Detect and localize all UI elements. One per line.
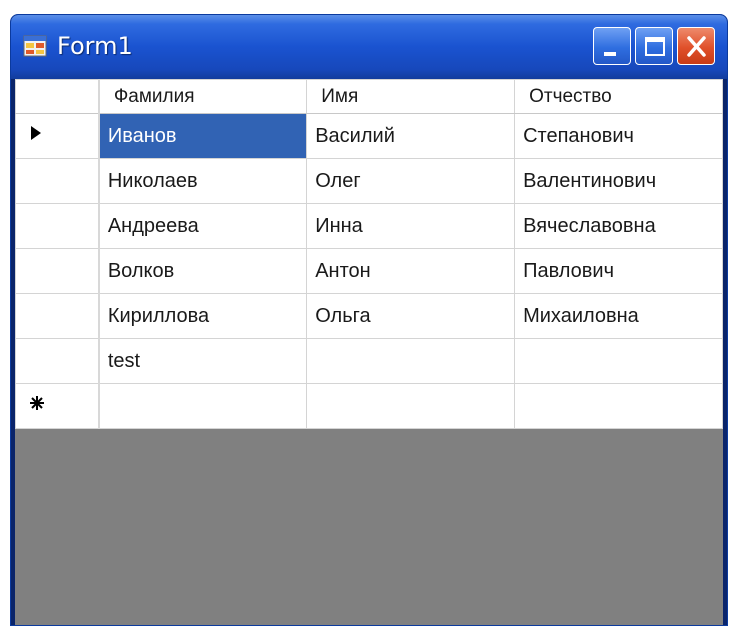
table-row[interactable]: Волков Антон Павлович — [14, 248, 723, 294]
minimize-button[interactable] — [593, 27, 631, 65]
data-grid[interactable]: Фамилия Имя Отчество Иванов Василий Степ… — [14, 79, 723, 429]
row-header-new[interactable] — [14, 383, 100, 429]
row-header[interactable] — [14, 293, 100, 339]
table-row[interactable]: Андреева Инна Вячеславовна — [14, 203, 723, 249]
table-cell[interactable]: Ольга — [306, 293, 516, 339]
table-row[interactable]: test — [14, 338, 723, 384]
column-header-name[interactable]: Имя — [306, 79, 516, 114]
table-cell[interactable]: Василий — [306, 113, 516, 159]
table-cell[interactable] — [514, 338, 723, 384]
table-row[interactable]: Кириллова Ольга Михаиловна — [14, 293, 723, 339]
table-cell[interactable]: Михаиловна — [514, 293, 723, 339]
table-cell[interactable]: Павлович — [514, 248, 723, 294]
row-header[interactable] — [14, 248, 100, 294]
table-cell-selected[interactable]: Иванов — [98, 113, 308, 159]
table-cell[interactable]: Олег — [306, 158, 516, 204]
corner-header-cell[interactable] — [14, 79, 100, 114]
table-cell[interactable]: Антон — [306, 248, 516, 294]
minimize-icon — [604, 52, 616, 56]
table-cell[interactable]: Инна — [306, 203, 516, 249]
table-cell[interactable] — [514, 383, 723, 429]
form-window: Form1 Фамилия Имя Отчество Иванов Васили… — [10, 14, 728, 626]
table-cell[interactable]: Вячеславовна — [514, 203, 723, 249]
table-cell[interactable]: Николаев — [98, 158, 308, 204]
table-cell[interactable]: Кириллова — [98, 293, 308, 339]
table-row[interactable]: Иванов Василий Степанович — [14, 113, 723, 159]
table-cell[interactable]: Валентинович — [514, 158, 723, 204]
close-button[interactable] — [677, 27, 715, 65]
table-cell[interactable]: Андреева — [98, 203, 308, 249]
new-row-asterisk-icon — [30, 396, 44, 410]
title-bar[interactable]: Form1 — [11, 15, 727, 79]
window-title: Form1 — [57, 32, 133, 60]
column-header-patronymic[interactable]: Отчество — [514, 79, 723, 114]
table-row[interactable]: Николаев Олег Валентинович — [14, 158, 723, 204]
column-header-row: Фамилия Имя Отчество — [14, 79, 723, 114]
maximize-icon — [645, 37, 665, 56]
row-header-current[interactable] — [14, 113, 100, 159]
close-icon — [687, 36, 706, 57]
table-cell[interactable] — [306, 338, 516, 384]
current-row-arrow-icon — [31, 126, 41, 140]
column-header-surname[interactable]: Фамилия — [98, 79, 308, 114]
form-app-icon — [23, 35, 47, 57]
maximize-button[interactable] — [635, 27, 673, 65]
client-area: Фамилия Имя Отчество Иванов Василий Степ… — [14, 79, 723, 625]
table-cell[interactable]: Степанович — [514, 113, 723, 159]
table-cell[interactable]: Волков — [98, 248, 308, 294]
row-header[interactable] — [14, 338, 100, 384]
row-header[interactable] — [14, 158, 100, 204]
table-cell[interactable]: test — [98, 338, 308, 384]
table-cell[interactable] — [306, 383, 516, 429]
row-header[interactable] — [14, 203, 100, 249]
table-cell[interactable] — [98, 383, 308, 429]
new-row[interactable] — [14, 383, 723, 429]
